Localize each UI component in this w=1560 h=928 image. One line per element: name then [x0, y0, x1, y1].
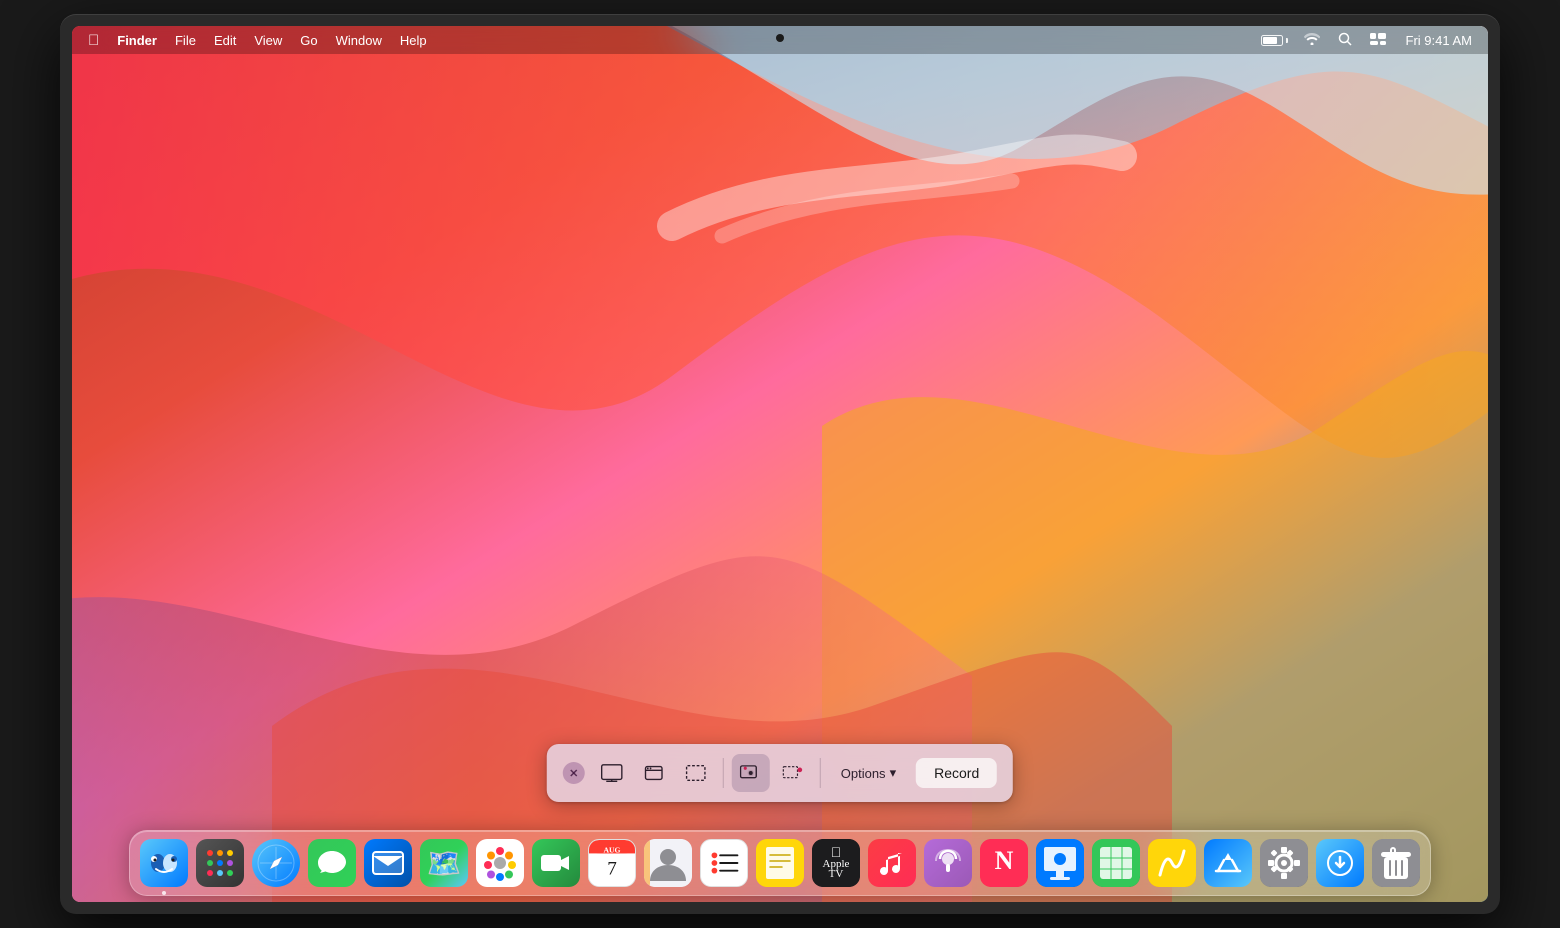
- dock-item-photos[interactable]: [474, 837, 526, 889]
- menubar-go[interactable]: Go: [292, 31, 325, 50]
- dock-item-podcasts[interactable]: [922, 837, 974, 889]
- menubar-file[interactable]: File: [167, 31, 204, 50]
- mail-dock-icon: [364, 839, 412, 887]
- record-button[interactable]: Record: [916, 758, 997, 788]
- freeform-dock-icon: [1148, 839, 1196, 887]
- close-button[interactable]: [563, 762, 585, 784]
- menubar-clock: Fri 9:41 AM: [1398, 31, 1480, 50]
- record-selection-button[interactable]: [774, 754, 812, 792]
- capture-window-button[interactable]: [635, 754, 673, 792]
- keynote-dock-icon: [1036, 839, 1084, 887]
- maps-dock-icon: 🗺️: [420, 839, 468, 887]
- music-dock-icon: [868, 839, 916, 887]
- dock-item-mail[interactable]: [362, 837, 414, 889]
- dock-item-maps[interactable]: 🗺️: [418, 837, 470, 889]
- dock-item-calendar[interactable]: AUG 7: [586, 837, 638, 889]
- numbers-dock-icon: [1092, 839, 1140, 887]
- menubar-view[interactable]: View: [246, 31, 290, 50]
- messages-dock-icon: [308, 839, 356, 887]
- options-chevron: ▾: [890, 765, 897, 781]
- dock-item-reminders[interactable]: [698, 837, 750, 889]
- reminders-dock-icon: [700, 839, 748, 887]
- notes-dock-icon: [756, 839, 804, 887]
- macbook-screen:  Finder File Edit View Go Window Help: [72, 26, 1488, 902]
- search-icon[interactable]: [1332, 30, 1358, 51]
- dock-item-trash[interactable]: [1370, 837, 1422, 889]
- dock-item-downloader[interactable]: [1314, 837, 1366, 889]
- toolbar-divider-1: [723, 758, 724, 788]
- dock-item-finder[interactable]: [138, 837, 190, 889]
- screenshot-toolbar: Options ▾ Record: [547, 744, 1013, 802]
- menubar-finder[interactable]: Finder: [109, 31, 165, 50]
- dock-item-safari[interactable]: [250, 837, 302, 889]
- menubar-help[interactable]: Help: [392, 31, 435, 50]
- photos-dock-icon: [476, 839, 524, 887]
- dock-item-freeform[interactable]: [1146, 837, 1198, 889]
- svg-text:: : [831, 844, 842, 860]
- dock-item-appstore[interactable]: [1202, 837, 1254, 889]
- battery-fill: [1263, 37, 1277, 44]
- trash-dock-icon: [1372, 839, 1420, 887]
- svg-text:AUG: AUG: [603, 845, 620, 854]
- svg-text:N: N: [995, 846, 1014, 875]
- camera-notch: [776, 34, 784, 42]
- dock-item-settings[interactable]: [1258, 837, 1310, 889]
- dock-item-news[interactable]: N: [978, 837, 1030, 889]
- news-dock-icon: N: [980, 839, 1028, 887]
- dock-item-launchpad[interactable]: [194, 837, 246, 889]
- menubar-edit[interactable]: Edit: [206, 31, 244, 50]
- safari-dock-icon: [252, 839, 300, 887]
- podcasts-dock-icon: [924, 839, 972, 887]
- dock-item-numbers[interactable]: [1090, 837, 1142, 889]
- calendar-dock-icon: AUG 7: [588, 839, 636, 887]
- dock-item-keynote[interactable]: [1034, 837, 1086, 889]
- finder-dock-icon: [140, 839, 188, 887]
- dock-item-messages[interactable]: [306, 837, 358, 889]
- appstore-dock-icon: [1204, 839, 1252, 887]
- options-button[interactable]: Options ▾: [829, 759, 908, 787]
- control-center-icon[interactable]: [1364, 31, 1392, 50]
- downloader-dock-icon: [1316, 839, 1364, 887]
- menubar-right: Fri 9:41 AM: [1257, 30, 1480, 51]
- menubar-left:  Finder File Edit View Go Window Help: [80, 30, 1257, 51]
- battery-tip: [1286, 38, 1288, 43]
- wifi-icon[interactable]: [1298, 31, 1326, 50]
- settings-dock-icon: [1260, 839, 1308, 887]
- options-label: Options: [841, 766, 886, 781]
- battery-indicator: [1257, 33, 1292, 48]
- capture-selection-button[interactable]: [677, 754, 715, 792]
- dock-item-music[interactable]: [866, 837, 918, 889]
- contacts-dock-icon: [644, 839, 692, 887]
- apple-menu[interactable]: : [80, 30, 107, 51]
- dock-item-appletv[interactable]: Apple TV : [810, 837, 862, 889]
- record-entire-screen-button[interactable]: [732, 754, 770, 792]
- menubar-window[interactable]: Window: [328, 31, 390, 50]
- dock: 🗺️: [129, 830, 1431, 896]
- dock-item-dot: [162, 891, 166, 895]
- launchpad-dock-icon: [196, 839, 244, 887]
- dock-item-facetime[interactable]: [530, 837, 582, 889]
- toolbar-divider-2: [820, 758, 821, 788]
- svg-text:TV: TV: [829, 868, 844, 880]
- capture-entire-screen-button[interactable]: [593, 754, 631, 792]
- battery-body: [1261, 35, 1283, 46]
- dock-item-contacts[interactable]: [642, 837, 694, 889]
- facetime-dock-icon: [532, 839, 580, 887]
- macbook-frame:  Finder File Edit View Go Window Help: [60, 14, 1500, 914]
- dock-item-notes[interactable]: [754, 837, 806, 889]
- appletv-dock-icon: Apple TV : [812, 839, 860, 887]
- svg-text:7: 7: [607, 859, 617, 880]
- desktop:  Finder File Edit View Go Window Help: [72, 26, 1488, 902]
